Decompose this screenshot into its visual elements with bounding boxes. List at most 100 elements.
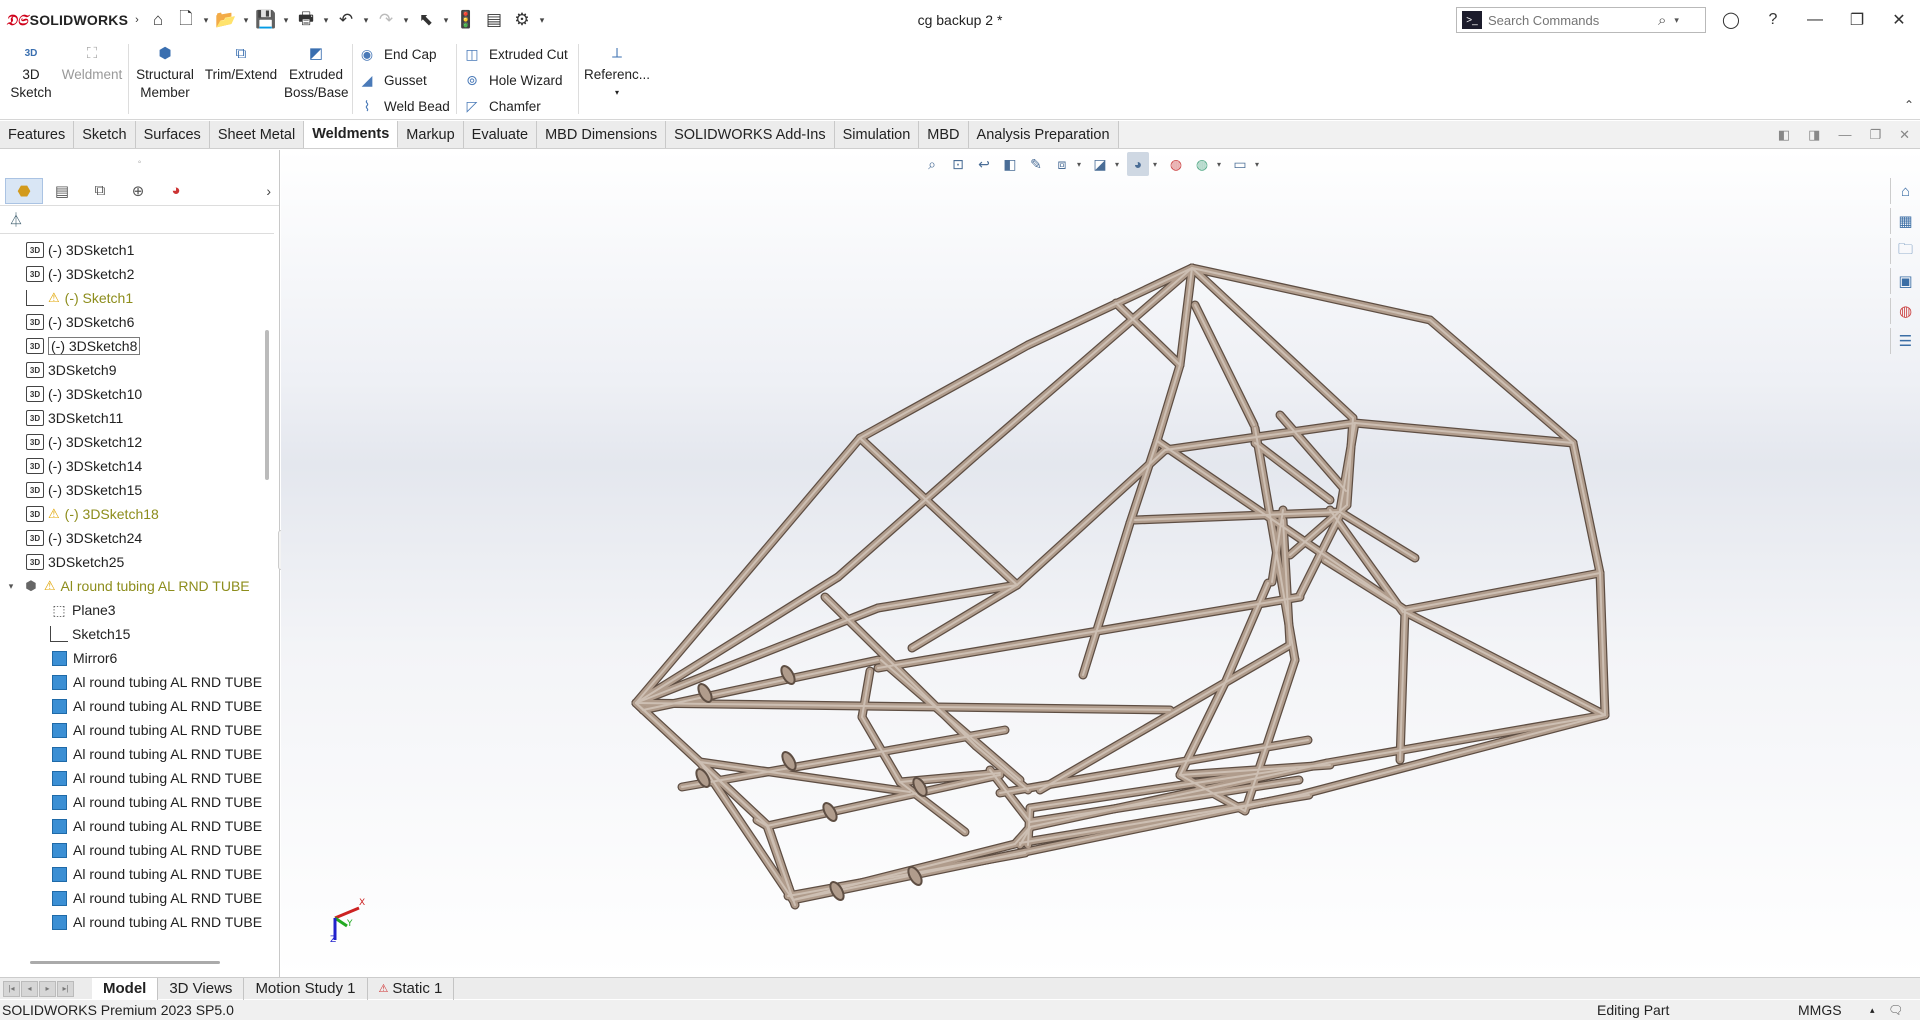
tab-sketch[interactable]: Sketch [74,121,136,148]
tree-vertical-scrollbar[interactable] [265,330,269,480]
last-tab-icon[interactable]: ▸| [57,980,74,997]
tree-horizontal-scrollbar[interactable] [30,961,220,964]
chamfer-button[interactable]: ◸ Chamfer [463,95,541,117]
restore-icon[interactable]: ❐ [1836,0,1878,40]
tree-item[interactable]: Al round tubing AL RND TUBE [0,742,262,766]
hide-show-dropdown-icon[interactable]: ▾ [1153,160,1161,169]
weldment-frame-model[interactable] [281,150,1920,977]
tab-static-1[interactable]: ⚠ Static 1 [368,977,455,1000]
tree-item[interactable]: Sketch15 [0,622,262,646]
next-tab-icon[interactable]: ▸ [39,980,56,997]
search-icon[interactable]: ⌕ [1658,12,1666,29]
tree-item[interactable]: Al round tubing AL RND TUBE [0,862,262,886]
tab-motion-study-1[interactable]: Motion Study 1 [244,977,368,1000]
print-icon[interactable]: 🖶 [292,6,320,34]
tree-item[interactable]: 3D 3DSketch9 [0,358,262,382]
tree-item[interactable]: Al round tubing AL RND TUBE [0,718,262,742]
appearances-scenes-icon[interactable]: ◍ [1890,298,1920,324]
tree-item[interactable]: 3D (-) 3DSketch8 [0,334,262,358]
menu-expand-icon[interactable]: › [130,6,144,34]
view-orientation-icon[interactable]: ⧈ [1051,152,1073,176]
tree-item[interactable]: 3D (-) 3DSketch10 [0,382,262,406]
tree-item[interactable]: 3D 3DSketch11 [0,406,262,430]
save-dropdown-icon[interactable]: ▾ [280,15,292,26]
print-dropdown-icon[interactable]: ▾ [320,15,332,26]
help-icon[interactable]: ? [1752,0,1794,40]
doc-restore-icon[interactable]: ❐ [1869,127,1881,143]
tree-item[interactable]: Al round tubing AL RND TUBE [0,814,262,838]
options-icon[interactable]: ⚙ [508,6,536,34]
undo-dropdown-icon[interactable]: ▾ [360,15,372,26]
property-manager-tab-icon[interactable]: ▤ [43,178,81,204]
tree-item[interactable]: ⚠ (-) Sketch1 [0,286,262,310]
open-dropdown-icon[interactable]: ▾ [240,15,252,26]
panel-grip-icon[interactable]: ◦ [0,150,279,176]
file-properties-icon[interactable]: ▤ [480,6,508,34]
tab-surfaces[interactable]: Surfaces [135,121,210,148]
tab-mbd[interactable]: MBD [919,121,969,148]
tree-item[interactable]: 3D (-) 3DSketch14 [0,454,262,478]
tile-right-icon[interactable]: ◨ [1808,127,1820,143]
options-dropdown-icon[interactable]: ▾ [536,15,548,26]
weldment-button[interactable]: ⛶ Weldment [60,44,124,84]
gusset-button[interactable]: ◢ Gusset [358,69,427,91]
configuration-manager-tab-icon[interactable]: ⧉ [81,178,119,204]
hide-show-items-icon[interactable]: ◕ [1127,152,1149,176]
reference-geometry-button[interactable]: ⟂ Referenc... ▾ [584,44,650,102]
search-commands-box[interactable]: >_ ⌕ ▾ [1456,7,1706,33]
search-input[interactable] [1488,12,1658,28]
view-settings-icon[interactable]: ▭ [1229,152,1251,176]
dynamic-annotation-icon[interactable]: ✎ [1025,152,1047,176]
tree-filter[interactable]: ⏃ [0,206,274,234]
undo-icon[interactable]: ↶ [332,6,360,34]
new-document-icon[interactable]: 🗋 [172,6,200,34]
previous-view-icon[interactable]: ↩ [973,152,995,176]
feature-manager-tab-icon[interactable]: ⬣ [5,177,43,204]
tab-model[interactable]: Model [92,977,159,1000]
graphics-area[interactable]: ⌕ ⊡ ↩ ◧ ✎ ⧈ ▾ ◪ ▾ ◕ ▾ ◍ ◍ ▾ ▭ ▾ ⌂ ▦ 🗀 ▣ ◍ ☰ X… [281,150,1920,977]
tree-item[interactable]: 3D (-) 3DSketch12 [0,430,262,454]
tree-item[interactable]: 3D (-) 3DSketch24 [0,526,262,550]
solidworks-logo[interactable]: 𝔇𝔖 SOLIDWORKS [0,0,130,40]
redo-icon[interactable]: ↷ [372,6,400,34]
tab-weldments[interactable]: Weldments [304,121,399,148]
reference-dropdown-icon[interactable]: ▾ [584,84,650,102]
file-explorer-icon[interactable]: 🗀 [1890,238,1920,264]
tab-analysis-preparation[interactable]: Analysis Preparation [968,121,1119,148]
structural-member-button[interactable]: ⬢ Structural Member [134,44,196,102]
doc-close-icon[interactable]: ✕ [1899,127,1910,143]
tab-mbd-dimensions[interactable]: MBD Dimensions [537,121,667,148]
save-icon[interactable]: 💾 [252,6,280,34]
prev-tab-icon[interactable]: ◂ [21,980,38,997]
expand-arrow-icon[interactable]: ▾ [4,581,18,592]
home-icon[interactable]: ⌂ [144,6,172,34]
design-library-icon[interactable]: ▦ [1890,208,1920,234]
tab-3d-views[interactable]: 3D Views [158,977,245,1000]
rebuild-icon[interactable]: 🚦 [452,6,480,34]
select-dropdown-icon[interactable]: ▾ [440,15,452,26]
tree-item[interactable]: Al round tubing AL RND TUBE [0,766,262,790]
edit-appearance-icon[interactable]: ◍ [1165,152,1187,176]
more-tabs-icon[interactable]: › [266,183,271,199]
search-dropdown-icon[interactable]: ▾ [1674,15,1679,26]
first-tab-icon[interactable]: |◂ [3,980,20,997]
tree-item[interactable]: 3D (-) 3DSketch15 [0,478,262,502]
tree-item[interactable]: Al round tubing AL RND TUBE [0,886,262,910]
custom-properties-icon[interactable]: ☰ [1890,328,1920,354]
tree-item[interactable]: ⬚ Plane3 [0,598,262,622]
display-style-icon[interactable]: ◪ [1089,152,1111,176]
tab-solidworks-addins[interactable]: SOLIDWORKS Add-Ins [666,121,835,148]
open-icon[interactable]: 📂 [212,6,240,34]
trim-extend-button[interactable]: ⧉ Trim/Extend [202,44,280,84]
hole-wizard-button[interactable]: ⊚ Hole Wizard [463,69,562,91]
zoom-to-fit-icon[interactable]: ⌕ [921,152,943,176]
tile-left-icon[interactable]: ◧ [1778,127,1790,143]
close-icon[interactable]: ✕ [1878,0,1920,40]
section-view-icon[interactable]: ◧ [999,152,1021,176]
tree-item[interactable]: ▾ ⬢ ⚠ Al round tubing AL RND TUBE [0,574,262,598]
tree-item[interactable]: 3D (-) 3DSketch1 [0,238,262,262]
weld-bead-button[interactable]: ⌇ Weld Bead [358,95,450,117]
display-manager-tab-icon[interactable]: ◕ [157,178,195,204]
apply-scene-dropdown-icon[interactable]: ▾ [1217,160,1225,169]
end-cap-button[interactable]: ◉ End Cap [358,43,437,65]
